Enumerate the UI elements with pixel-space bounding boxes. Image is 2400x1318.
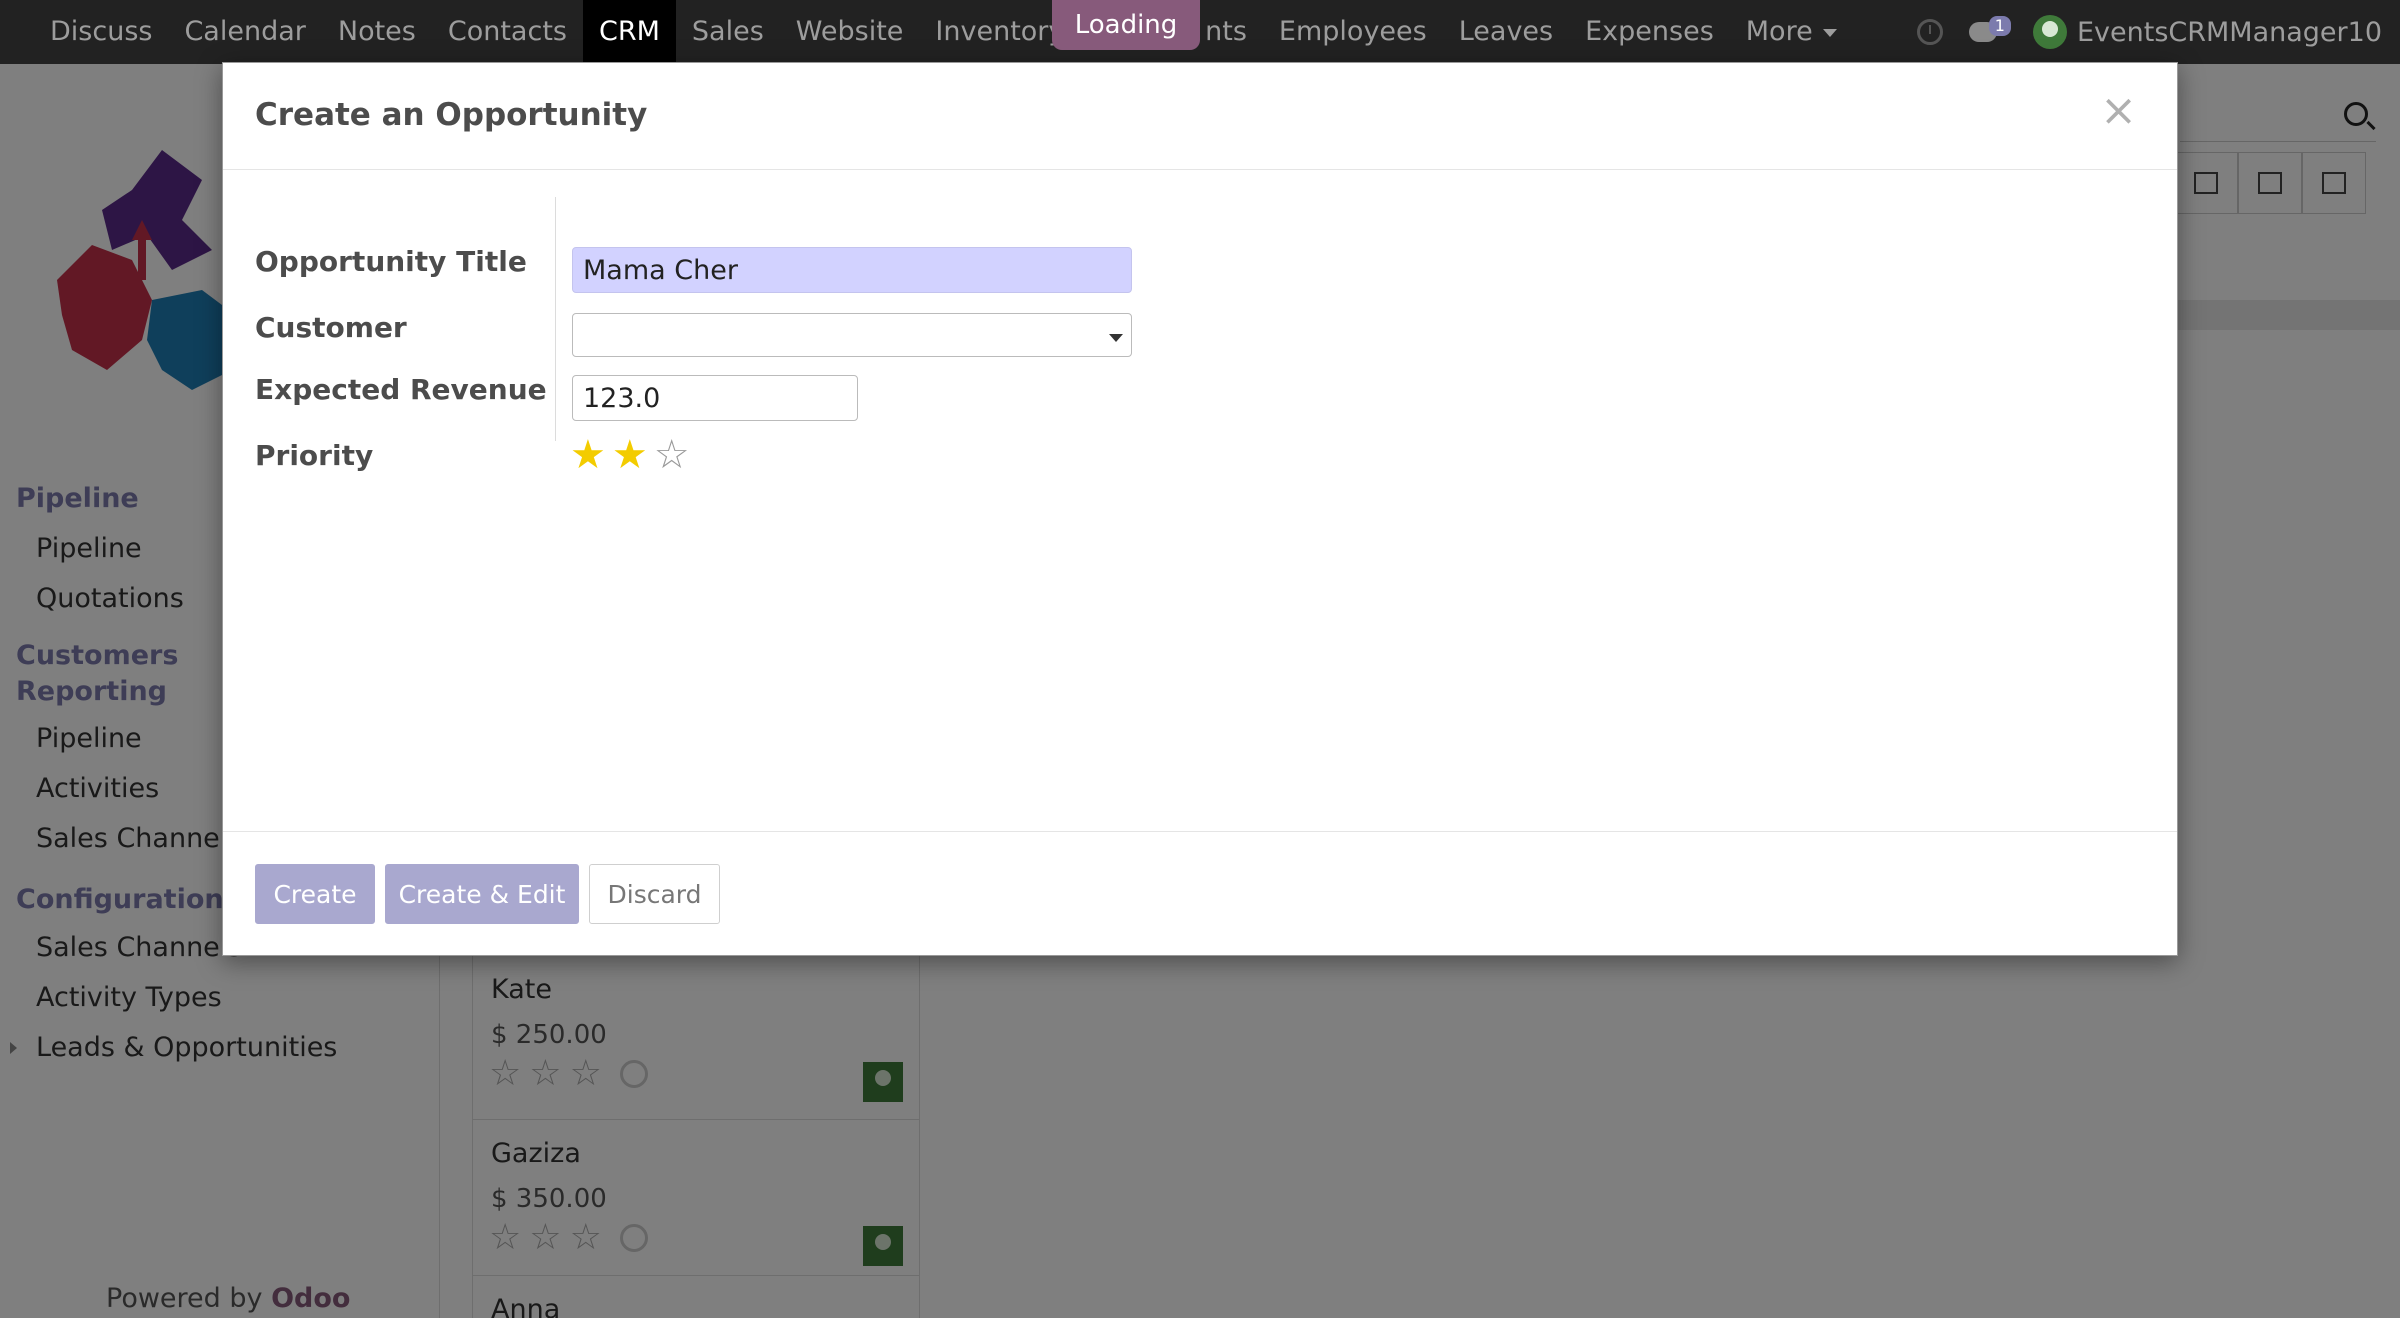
discard-button[interactable]: Discard [589, 864, 720, 924]
star-filled-icon[interactable]: ★ [612, 435, 648, 475]
chevron-down-icon [1822, 28, 1837, 37]
message-count-badge: 1 [1988, 16, 2011, 36]
nav-website[interactable]: Website [780, 0, 920, 64]
activity-clock-icon[interactable] [1916, 19, 1943, 45]
expected-revenue-label: Expected Revenue [255, 373, 547, 406]
dialog-header: Create an Opportunity × [223, 63, 2177, 170]
user-avatar [2032, 15, 2067, 49]
create-and-edit-button[interactable]: Create & Edit [385, 864, 579, 924]
expected-revenue-input[interactable] [572, 375, 858, 421]
star-outline-icon[interactable]: ☆ [654, 435, 690, 475]
customer-select[interactable] [572, 313, 1132, 357]
dialog-footer: Create Create & Edit Discard [223, 831, 2177, 957]
user-name: EventsCRMManager10 [2076, 16, 2382, 48]
opportunity-title-input[interactable] [572, 247, 1132, 293]
form-divider [555, 197, 556, 441]
messaging-menu[interactable]: 1 [1968, 16, 2011, 46]
loading-indicator: Loading [1052, 0, 1200, 50]
chevron-down-icon[interactable] [1109, 334, 1123, 342]
create-button[interactable]: Create [255, 864, 375, 924]
navbar-systray: 1 EventsCRMManager10 [1916, 0, 2382, 64]
top-navbar: Discuss Calendar Notes Contacts CRM Sale… [0, 0, 2400, 64]
create-opportunity-dialog: Create an Opportunity × Opportunity Titl… [222, 62, 2178, 956]
nav-contacts[interactable]: Contacts [432, 0, 583, 64]
nav-leaves[interactable]: Leaves [1443, 0, 1569, 64]
customer-label: Customer [255, 311, 407, 344]
nav-sales[interactable]: Sales [676, 0, 780, 64]
nav-more[interactable]: More [1730, 0, 1853, 64]
nav-expenses[interactable]: Expenses [1569, 0, 1730, 64]
nav-calendar[interactable]: Calendar [168, 0, 321, 64]
user-menu[interactable]: EventsCRMManager10 [2032, 15, 2382, 49]
nav-notes[interactable]: Notes [322, 0, 432, 64]
priority-label: Priority [255, 439, 374, 472]
opportunity-title-label: Opportunity Title [255, 245, 527, 278]
nav-crm[interactable]: CRM [582, 0, 676, 64]
nav-discuss[interactable]: Discuss [34, 0, 168, 64]
nav-more-label: More [1745, 16, 1813, 47]
close-icon[interactable]: × [2100, 89, 2137, 133]
nav-employees[interactable]: Employees [1263, 0, 1443, 64]
dialog-title: Create an Opportunity [255, 97, 648, 133]
star-filled-icon[interactable]: ★ [570, 435, 606, 475]
priority-widget[interactable]: ★ ★ ☆ [570, 435, 690, 475]
